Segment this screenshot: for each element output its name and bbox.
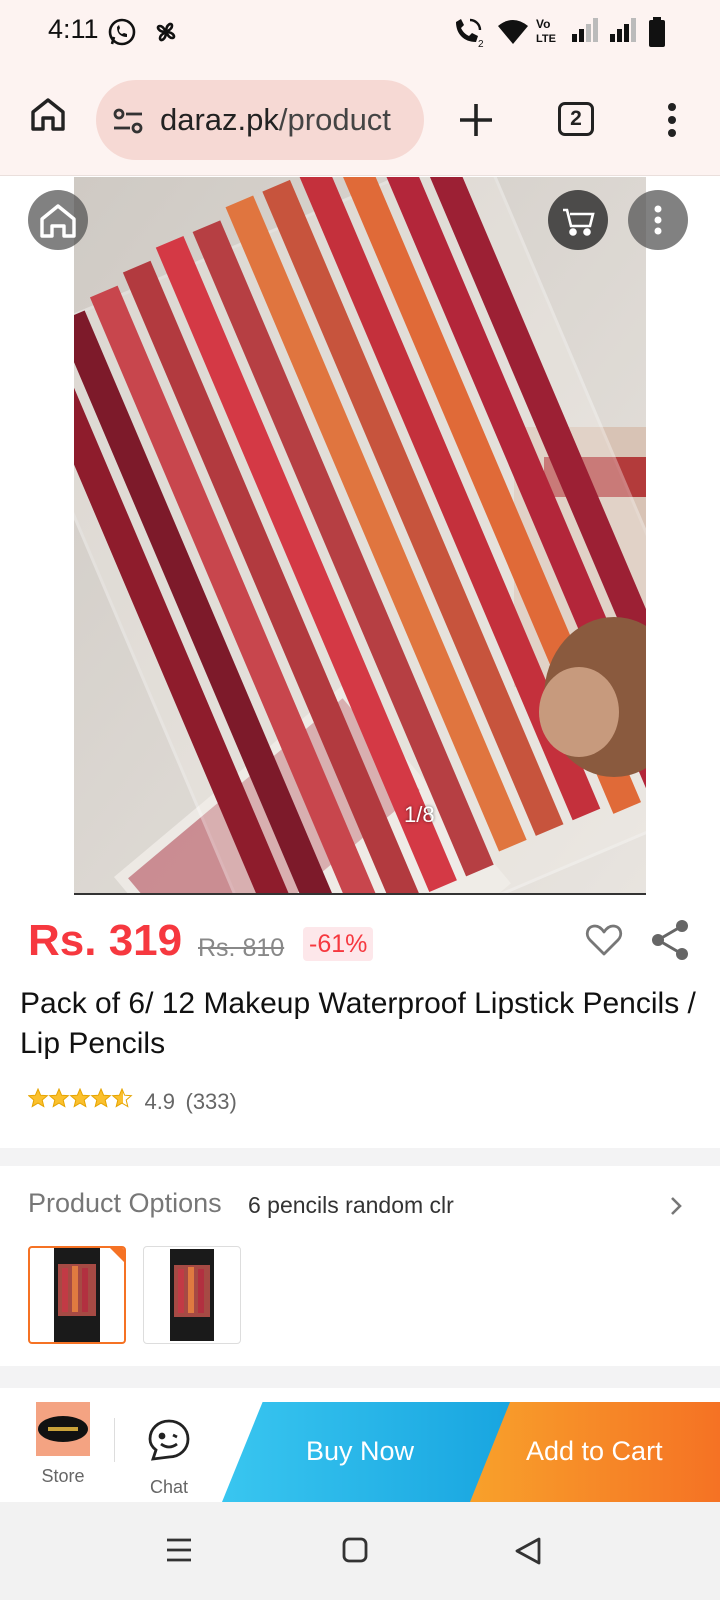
option-thumbnail-2[interactable] [143, 1246, 241, 1344]
product-image[interactable]: 1/8 [74, 177, 646, 895]
status-time: 4:11 [48, 14, 99, 44]
site-settings-icon[interactable] [112, 107, 144, 140]
section-divider-2 [0, 1366, 720, 1388]
action-separator [114, 1418, 115, 1462]
signal-icon-2 [608, 16, 640, 49]
product-options-row[interactable]: Product Options 6 pencils random clr [28, 1186, 692, 1226]
product-gallery[interactable]: 1/8 [0, 177, 720, 895]
tab-switcher-button[interactable]: 2 [558, 102, 594, 136]
signal-icon-1 [570, 16, 602, 49]
options-label: Product Options [28, 1188, 222, 1218]
chat-button[interactable]: Chat [136, 1418, 202, 1498]
store-button[interactable]: Store [30, 1402, 96, 1492]
svg-text:LTE: LTE [536, 33, 556, 45]
store-logo [36, 1402, 90, 1456]
price-row: Rs. 319 Rs. 810 -61% [28, 912, 700, 972]
system-navigation-bar [0, 1502, 720, 1600]
discount-badge: -61% [303, 927, 374, 961]
pinwheel-icon [150, 16, 182, 53]
back-icon[interactable] [514, 1536, 542, 1571]
status-bar: 4:11 2 Vo LTE [0, 0, 720, 64]
svg-text:2: 2 [478, 39, 484, 48]
image-counter: 1/8 [404, 802, 435, 827]
section-divider [0, 1148, 720, 1166]
rating-value: 4.9 [144, 1088, 176, 1114]
svg-text:Vo: Vo [536, 17, 550, 31]
home-nav-icon[interactable] [342, 1536, 368, 1569]
original-price: Rs. 810 [198, 934, 285, 962]
product-title: Pack of 6/ 12 Makeup Waterproof Lipstick… [20, 987, 696, 1060]
store-home-button[interactable] [28, 190, 88, 250]
browser-toolbar: daraz.pk/product 2 [0, 64, 720, 176]
rating-row[interactable]: 4.9 (333) [28, 1088, 237, 1118]
battery-icon [648, 16, 666, 53]
rating-count: (333) [185, 1088, 237, 1114]
chat-icon [147, 1419, 191, 1466]
buy-now-label: Buy Now [306, 1436, 415, 1466]
buy-now-button[interactable]: Buy Now [222, 1402, 512, 1502]
heart-icon[interactable] [584, 920, 624, 965]
chevron-right-icon[interactable] [668, 1194, 684, 1223]
current-price: Rs. 319 [28, 916, 183, 965]
url-host: daraz.pk [160, 102, 279, 137]
volte-icon: Vo LTE [536, 16, 564, 51]
url-path: /product [278, 102, 391, 137]
url-text: daraz.pk/product [160, 102, 416, 138]
cart-button[interactable] [548, 190, 608, 250]
option-thumbnail-1[interactable] [28, 1246, 126, 1344]
bottom-action-bar: Store Chat Buy Now Add to Cart [0, 1388, 720, 1502]
add-to-cart-button[interactable]: Add to Cart [470, 1402, 720, 1502]
options-value: 6 pencils random clr [248, 1192, 454, 1218]
add-to-cart-label: Add to Cart [526, 1436, 663, 1466]
new-tab-icon[interactable] [456, 100, 496, 145]
more-vert-icon[interactable] [666, 102, 678, 143]
store-label: Store [41, 1466, 85, 1486]
star-rating [28, 1088, 134, 1115]
chat-label: Chat [149, 1477, 189, 1497]
address-bar[interactable]: daraz.pk/product [96, 80, 424, 160]
wifi-icon [496, 16, 530, 51]
wifi-calling-icon: 2 [450, 16, 486, 53]
whatsapp-icon [106, 16, 138, 53]
share-icon[interactable] [648, 918, 692, 967]
recent-apps-icon[interactable] [166, 1536, 192, 1569]
more-options-button[interactable] [628, 190, 688, 250]
home-icon[interactable] [28, 94, 68, 134]
